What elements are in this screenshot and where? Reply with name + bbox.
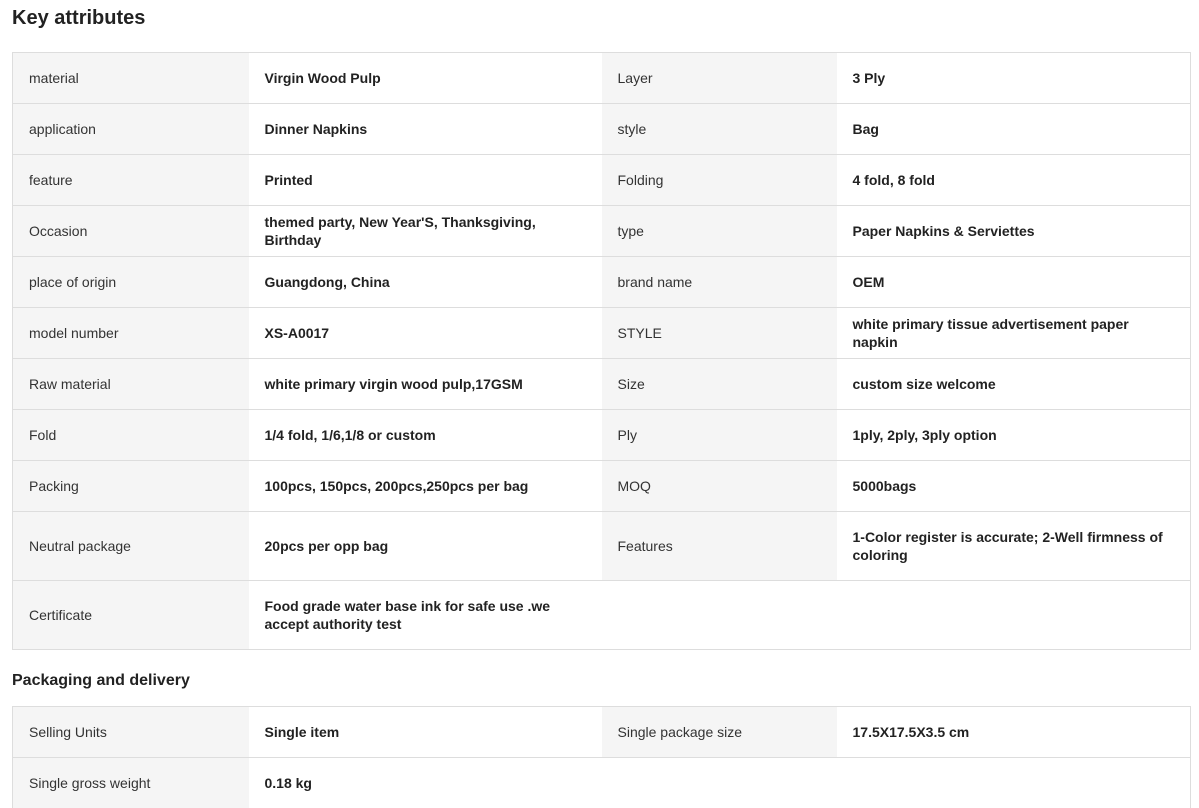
attribute-value: Dinner Napkins xyxy=(248,103,602,155)
table-row: application Dinner Napkins style Bag xyxy=(12,103,1191,155)
attribute-value: themed party, New Year'S, Thanksgiving, … xyxy=(248,205,602,257)
packaging-heading: Packaging and delivery xyxy=(12,672,190,689)
attribute-value: 100pcs, 150pcs, 200pcs,250pcs per bag xyxy=(248,460,602,512)
attribute-value: Printed xyxy=(248,154,602,206)
attribute-label: Single package size xyxy=(601,706,837,758)
attribute-value: 5000bags xyxy=(836,460,1191,512)
table-row: feature Printed Folding 4 fold, 8 fold xyxy=(12,154,1191,206)
attribute-label: Layer xyxy=(601,52,837,104)
product-attributes-page: Key attributes material Virgin Wood Pulp… xyxy=(0,0,1199,808)
table-row: Neutral package 20pcs per opp bag Featur… xyxy=(12,511,1191,581)
attribute-label: Selling Units xyxy=(12,706,249,758)
attribute-value: white primary tissue advertisement paper… xyxy=(836,307,1191,359)
attribute-label: model number xyxy=(12,307,249,359)
attribute-label: Size xyxy=(601,358,837,410)
attribute-label: Packing xyxy=(12,460,249,512)
attribute-value: 1ply, 2ply, 3ply option xyxy=(836,409,1191,461)
attribute-label: brand name xyxy=(601,256,837,308)
table-row: Fold 1/4 fold, 1/6,1/8 or custom Ply 1pl… xyxy=(12,409,1191,461)
attribute-label: Occasion xyxy=(12,205,249,257)
attribute-label: Certificate xyxy=(12,580,249,650)
table-row: Single gross weight 0.18 kg xyxy=(12,757,1191,808)
attribute-label: MOQ xyxy=(601,460,837,512)
table-row: Certificate Food grade water base ink fo… xyxy=(12,580,1191,650)
attribute-value: 1/4 fold, 1/6,1/8 or custom xyxy=(248,409,602,461)
attribute-value: OEM xyxy=(836,256,1191,308)
key-attributes-table: material Virgin Wood Pulp Layer 3 Ply ap… xyxy=(12,52,1191,650)
empty-cell xyxy=(601,580,837,650)
table-row: Selling Units Single item Single package… xyxy=(12,706,1191,758)
table-row: Raw material white primary virgin wood p… xyxy=(12,358,1191,410)
attribute-value: Single item xyxy=(248,706,602,758)
packaging-table: Selling Units Single item Single package… xyxy=(12,706,1191,808)
attribute-label: place of origin xyxy=(12,256,249,308)
attribute-value: 4 fold, 8 fold xyxy=(836,154,1191,206)
attribute-value: 17.5X17.5X3.5 cm xyxy=(836,706,1191,758)
attribute-value: Guangdong, China xyxy=(248,256,602,308)
attribute-label: Raw material xyxy=(12,358,249,410)
attribute-value: 20pcs per opp bag xyxy=(248,511,602,581)
table-row: model number XS-A0017 STYLE white primar… xyxy=(12,307,1191,359)
attribute-label: Folding xyxy=(601,154,837,206)
empty-cell xyxy=(836,757,1191,808)
attribute-label: feature xyxy=(12,154,249,206)
attribute-value: Paper Napkins & Serviettes xyxy=(836,205,1191,257)
empty-cell xyxy=(601,757,837,808)
attribute-value: Virgin Wood Pulp xyxy=(248,52,602,104)
table-row: material Virgin Wood Pulp Layer 3 Ply xyxy=(12,52,1191,104)
attribute-value: 1-Color register is accurate; 2-Well fir… xyxy=(836,511,1191,581)
table-row: Packing 100pcs, 150pcs, 200pcs,250pcs pe… xyxy=(12,460,1191,512)
attribute-label: Features xyxy=(601,511,837,581)
attribute-label: Neutral package xyxy=(12,511,249,581)
empty-cell xyxy=(836,580,1191,650)
attribute-label: material xyxy=(12,52,249,104)
table-row: place of origin Guangdong, China brand n… xyxy=(12,256,1191,308)
attribute-label: style xyxy=(601,103,837,155)
attribute-label: type xyxy=(601,205,837,257)
attribute-label: Single gross weight xyxy=(12,757,249,808)
attribute-value: XS-A0017 xyxy=(248,307,602,359)
attribute-value: 0.18 kg xyxy=(248,757,602,808)
attribute-value: Food grade water base ink for safe use .… xyxy=(248,580,602,650)
key-attributes-heading: Key attributes xyxy=(12,7,146,29)
attribute-label: Ply xyxy=(601,409,837,461)
attribute-value: custom size welcome xyxy=(836,358,1191,410)
attribute-value: Bag xyxy=(836,103,1191,155)
attribute-value: white primary virgin wood pulp,17GSM xyxy=(248,358,602,410)
attribute-value: 3 Ply xyxy=(836,52,1191,104)
table-row: Occasion themed party, New Year'S, Thank… xyxy=(12,205,1191,257)
attribute-label: STYLE xyxy=(601,307,837,359)
attribute-label: application xyxy=(12,103,249,155)
attribute-label: Fold xyxy=(12,409,249,461)
